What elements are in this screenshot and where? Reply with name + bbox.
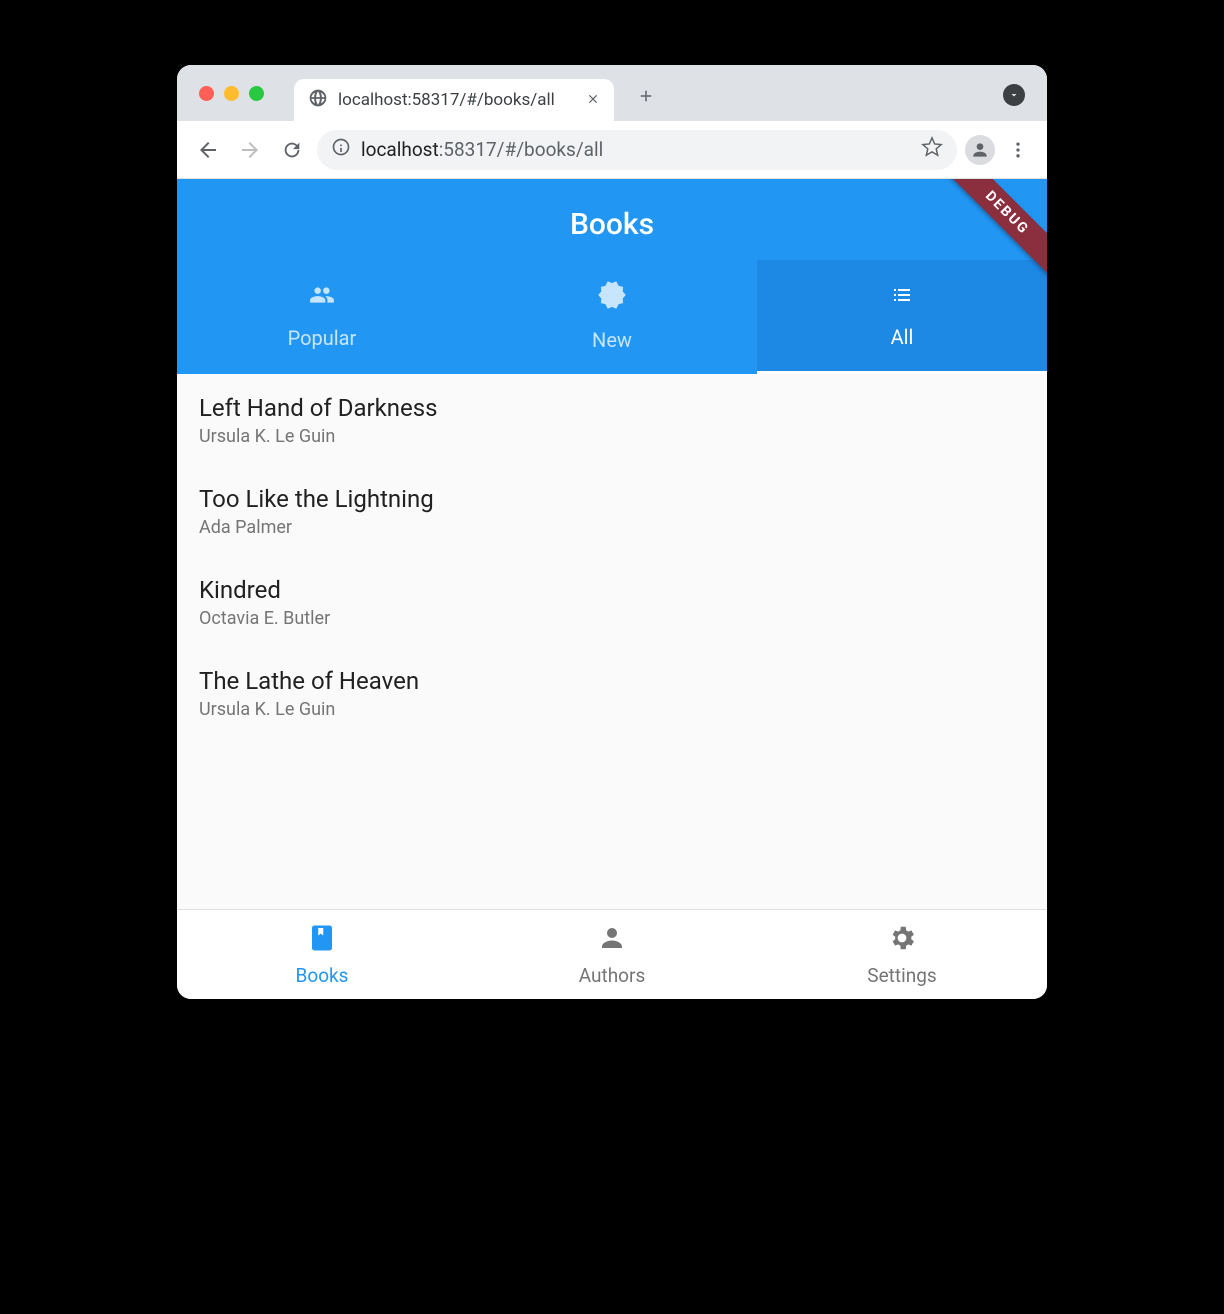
list-item[interactable]: Left Hand of Darkness Ursula K. Le Guin bbox=[177, 374, 1047, 465]
person-icon bbox=[597, 923, 627, 958]
back-button[interactable] bbox=[191, 133, 225, 167]
url-host: localhost bbox=[361, 138, 439, 161]
list-icon bbox=[887, 283, 917, 311]
browser-window: localhost:58317/#/books/all bbox=[177, 65, 1047, 999]
tab-new[interactable]: New bbox=[467, 260, 757, 374]
browser-toolbar: localhost:58317/#/books/all bbox=[177, 121, 1047, 179]
close-tab-button[interactable] bbox=[586, 91, 600, 110]
nav-authors[interactable]: Authors bbox=[467, 910, 757, 999]
url-path: :58317/#/books/all bbox=[439, 138, 604, 161]
browser-tab[interactable]: localhost:58317/#/books/all bbox=[294, 79, 614, 121]
globe-icon bbox=[308, 88, 328, 112]
app-viewport: DEBUG Books Popular New bbox=[177, 179, 1047, 999]
filter-tabs: Popular New All bbox=[177, 260, 1047, 374]
book-author: Ursula K. Le Guin bbox=[199, 699, 1025, 720]
nav-settings[interactable]: Settings bbox=[757, 910, 1047, 999]
bookmark-star-icon[interactable] bbox=[921, 136, 943, 163]
minimize-window-button[interactable] bbox=[224, 86, 239, 101]
book-author: Ursula K. Le Guin bbox=[199, 426, 1025, 447]
people-icon bbox=[306, 282, 338, 312]
profile-avatar-button[interactable] bbox=[965, 135, 995, 165]
browser-menu-button[interactable] bbox=[1003, 135, 1033, 165]
tab-label: Popular bbox=[288, 326, 357, 350]
window-controls bbox=[189, 86, 294, 101]
tab-title: localhost:58317/#/books/all bbox=[338, 90, 576, 110]
list-item[interactable]: Kindred Octavia E. Butler bbox=[177, 556, 1047, 647]
book-author: Ada Palmer bbox=[199, 517, 1025, 538]
gear-icon bbox=[887, 923, 917, 958]
book-author: Octavia E. Butler bbox=[199, 608, 1025, 629]
book-icon bbox=[307, 923, 337, 958]
tab-all[interactable]: All bbox=[757, 260, 1047, 374]
url-text: localhost:58317/#/books/all bbox=[361, 138, 603, 161]
forward-button[interactable] bbox=[233, 133, 267, 167]
info-icon bbox=[331, 137, 351, 162]
bottom-nav: Books Authors Settings bbox=[177, 909, 1047, 999]
book-title: Left Hand of Darkness bbox=[199, 394, 1025, 422]
nav-label: Authors bbox=[579, 964, 646, 987]
book-title: Kindred bbox=[199, 576, 1025, 604]
address-bar[interactable]: localhost:58317/#/books/all bbox=[317, 130, 957, 170]
page-title: Books bbox=[177, 179, 1047, 260]
tab-label: All bbox=[891, 325, 914, 349]
list-item[interactable]: Too Like the Lightning Ada Palmer bbox=[177, 465, 1047, 556]
app-bar: Books Popular New bbox=[177, 179, 1047, 374]
maximize-window-button[interactable] bbox=[249, 86, 264, 101]
reload-button[interactable] bbox=[275, 133, 309, 167]
tab-label: New bbox=[592, 328, 632, 352]
tab-strip: localhost:58317/#/books/all bbox=[177, 65, 1047, 121]
tab-popular[interactable]: Popular bbox=[177, 260, 467, 374]
new-tab-button[interactable] bbox=[632, 82, 660, 110]
book-list[interactable]: Left Hand of Darkness Ursula K. Le Guin … bbox=[177, 374, 1047, 909]
tab-overflow-button[interactable] bbox=[1003, 84, 1025, 106]
book-title: Too Like the Lightning bbox=[199, 485, 1025, 513]
book-title: The Lathe of Heaven bbox=[199, 667, 1025, 695]
nav-books[interactable]: Books bbox=[177, 910, 467, 999]
close-window-button[interactable] bbox=[199, 86, 214, 101]
list-item[interactable]: The Lathe of Heaven Ursula K. Le Guin bbox=[177, 647, 1047, 738]
nav-label: Books bbox=[296, 964, 349, 987]
nav-label: Settings bbox=[867, 964, 936, 987]
new-releases-icon bbox=[597, 280, 627, 314]
